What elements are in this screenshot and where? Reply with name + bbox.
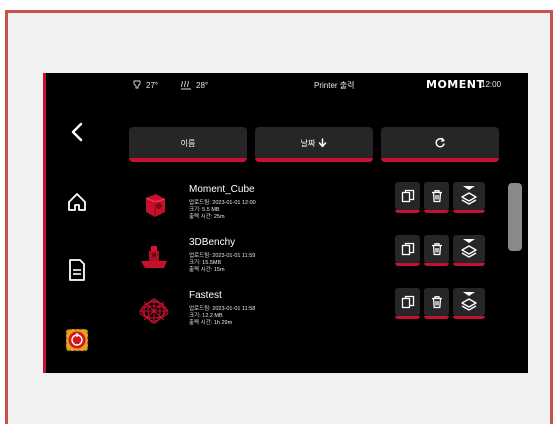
home-icon [68,193,86,211]
nozzle-temp: 27° [132,80,158,90]
sort-by-name-label: 이름 [180,138,196,148]
copy-button[interactable] [395,288,420,319]
home-button[interactable] [63,188,91,216]
file-name: Fastest [189,290,222,301]
screen-title: Printer 출력 [314,81,355,90]
status-bar: 27° 28° Printer 출력 MOMENT 12:00 [43,73,528,97]
brand-logo: MOMENT [426,78,485,91]
file-row[interactable]: 3DBenchy 업로드됨: 2023-01-01 11:59 크기: 15.5… [129,235,509,285]
left-accent-bar [43,73,46,373]
chevron-left-icon [71,122,83,142]
sort-by-name-button[interactable]: 이름 [129,127,247,162]
print-layers-icon [461,186,477,205]
refresh-icon [435,137,445,148]
file-meta: 업로드됨: 2023-01-01 11:59 크기: 15.5MB 출력 시간:… [189,253,256,273]
file-meta: 업로드됨: 2023-01-01 11:58 크기: 12.2 MB 출력 시간… [189,306,256,326]
emergency-stop-icon [65,328,89,352]
clock: 12:00 [481,80,502,89]
file-name: 3DBenchy [189,237,236,248]
delete-button[interactable] [424,182,449,213]
file-actions [395,182,485,213]
trash-icon [431,296,442,309]
sort-by-date-label: 날짜 [300,138,316,148]
trash-icon [431,243,442,256]
print-button[interactable] [453,182,485,213]
bed-temp: 28° [180,80,208,90]
bed-temp-value: 28° [196,80,209,90]
delete-button[interactable] [424,235,449,266]
print-button[interactable] [453,235,485,266]
delete-button[interactable] [424,288,449,319]
printer-screen: 27° 28° Printer 출력 MOMENT 12:00 이름 날짜 Mo… [43,73,528,373]
file-meta: 업로드됨: 2023-01-01 12:00 크기: 5.5 MB 출력 시간:… [189,200,256,220]
print-layers-icon [461,239,477,258]
files-button[interactable] [63,256,91,284]
heatbed-icon [181,80,191,90]
copy-icon [401,295,414,309]
emergency-stop-button[interactable] [63,326,91,354]
nozzle-icon [133,80,141,89]
file-row[interactable]: Moment_Cube 업로드됨: 2023-01-01 12:00 크기: 5… [129,182,509,232]
trash-icon [431,190,442,203]
arrow-down-icon [319,138,327,148]
fastest-thumbnail [139,298,169,324]
back-button[interactable] [63,118,91,146]
print-layers-icon [461,292,477,311]
cube-thumbnail [145,194,166,217]
file-name: Moment_Cube [189,184,255,195]
sort-by-date-button[interactable]: 날짜 [255,127,373,162]
benchy-thumbnail [141,246,167,268]
print-button[interactable] [453,288,485,319]
file-row[interactable]: Fastest 업로드됨: 2023-01-01 11:58 크기: 12.2 … [129,288,509,338]
refresh-button[interactable] [381,127,499,162]
file-actions [395,235,485,266]
scrollbar-thumb[interactable] [508,183,522,251]
copy-icon [401,242,414,256]
copy-button[interactable] [395,182,420,213]
copy-icon [401,189,414,203]
copy-button[interactable] [395,235,420,266]
file-actions [395,288,485,319]
document-icon [69,259,85,281]
nozzle-temp-value: 27° [146,80,159,90]
